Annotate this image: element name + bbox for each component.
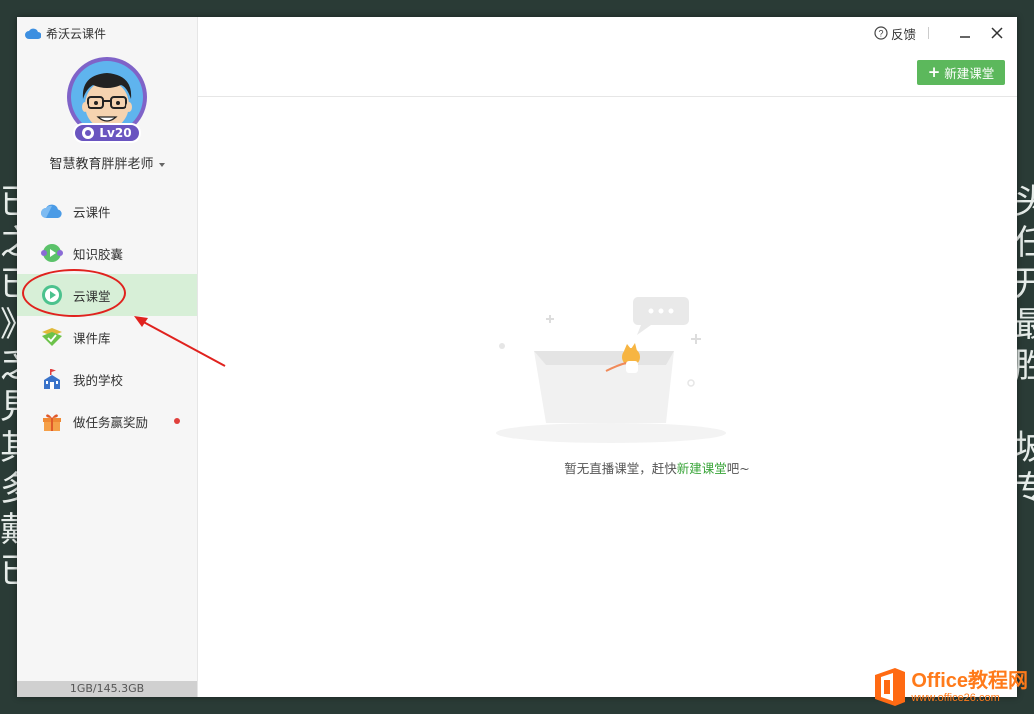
plus-icon: +	[927, 63, 941, 81]
office-logo-icon	[875, 668, 906, 706]
feedback-icon: ?	[874, 26, 888, 40]
username: 智慧教育胖胖老师	[49, 157, 154, 172]
new-classroom-link[interactable]: 新建课堂	[677, 461, 727, 476]
window-controls: ? 反馈	[874, 23, 1007, 43]
empty-state-text-end: 吧~	[726, 461, 750, 476]
divider	[928, 27, 929, 39]
user-menu[interactable]: 智慧教育胖胖老师	[17, 153, 197, 172]
new-classroom-label: 新建课堂	[944, 66, 995, 81]
gift-icon	[41, 410, 63, 432]
background-text-right: 头任开最胜坡专	[1014, 182, 1034, 509]
sidebar-item-label: 课件库	[73, 330, 111, 346]
empty-state-text: 暂无直播课堂，赶快	[564, 461, 677, 476]
cloud-logo-icon	[25, 28, 41, 39]
sidebar-item-task-rewards[interactable]: 做任务赢奖励	[17, 400, 197, 442]
feedback-label: 反馈	[890, 26, 916, 42]
minimize-icon	[960, 36, 970, 38]
level-icon	[82, 127, 95, 139]
app-title-text: 希沃云课件	[46, 26, 107, 41]
sidebar-item-label: 做任务赢奖励	[73, 414, 149, 430]
watermark-logo: Office教程网 www.office26.com	[873, 667, 1028, 707]
app-window: 希沃云课件 Lv20 智慧教育胖胖老师 云课件 知识胶囊 云课堂 课件库 我的学…	[17, 17, 1017, 697]
empty-state-message: 暂无直播课堂，赶快新建课堂吧~	[198, 458, 1034, 477]
level-badge: Lv20	[73, 123, 141, 143]
capsule-play-icon	[41, 242, 63, 264]
sidebar-item-cloud-courseware[interactable]: 云课件	[17, 190, 197, 232]
sidebar-item-label: 云课件	[73, 204, 111, 220]
notification-dot	[174, 418, 180, 424]
watermark-brand: Office教程网	[911, 670, 1028, 692]
feedback-button[interactable]: ? 反馈	[874, 24, 916, 43]
empty-box-illustration	[496, 297, 726, 443]
header-divider	[198, 96, 1017, 97]
school-icon	[41, 368, 63, 390]
library-icon	[41, 326, 63, 348]
minimize-button[interactable]	[955, 23, 975, 43]
app-title: 希沃云课件	[25, 24, 106, 42]
storage-usage: 1GB/145.3GB	[17, 681, 197, 697]
main-panel: ? 反馈 + 新建课堂 暂无直播课堂，赶快新建课堂吧~	[198, 17, 1017, 697]
sidebar-item-label: 知识胶囊	[73, 246, 124, 262]
svg-text:?: ?	[878, 29, 883, 39]
chevron-down-icon	[158, 162, 165, 167]
sidebar-item-label: 我的学校	[73, 372, 124, 388]
sidebar-item-knowledge-capsule[interactable]: 知识胶囊	[17, 232, 197, 274]
new-classroom-button[interactable]: + 新建课堂	[917, 60, 1005, 85]
close-button[interactable]	[987, 23, 1007, 43]
level-badge-text: Lv20	[99, 126, 132, 140]
watermark-url: www.office26.com	[911, 692, 1000, 704]
cloud-icon	[41, 200, 63, 222]
annotation-ellipse	[22, 269, 126, 317]
close-icon	[991, 27, 1003, 39]
